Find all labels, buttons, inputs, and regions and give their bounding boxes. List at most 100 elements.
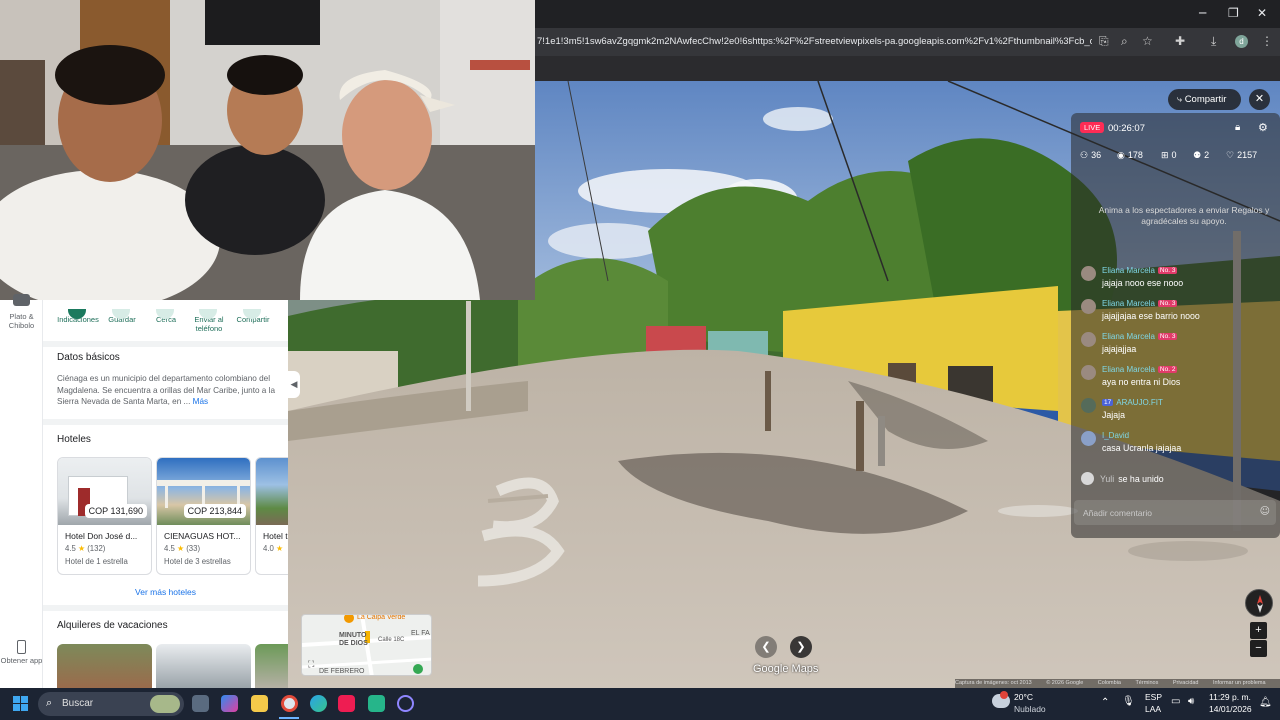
copilot-icon[interactable] bbox=[221, 695, 238, 712]
report-link[interactable]: Informar un problema bbox=[1213, 680, 1266, 686]
avatar[interactable] bbox=[1081, 398, 1096, 413]
map-footer: Captura de imágenes: oct 2013 © 2026 Goo… bbox=[955, 679, 1280, 688]
file-explorer-icon[interactable] bbox=[251, 695, 268, 712]
hotel-name: Hotel Don José d... bbox=[65, 531, 138, 541]
terms-link[interactable]: Términos bbox=[1135, 680, 1158, 686]
minimap[interactable]: La Calpa Verde MINUTO DE DIOS EL FA Call… bbox=[301, 614, 432, 676]
notification-bell-icon[interactable]: 🔔︎ bbox=[1259, 697, 1272, 708]
minimize-icon[interactable]: ─ bbox=[1199, 6, 1206, 20]
network-icon[interactable]: ▭ bbox=[1171, 696, 1180, 707]
basics-more-link[interactable]: Más bbox=[193, 397, 208, 406]
privacy-link[interactable]: Privacidad bbox=[1173, 680, 1199, 686]
review-count: (33) bbox=[186, 544, 201, 553]
restore-icon[interactable]: ❐ bbox=[1228, 6, 1239, 20]
level-badge: 17 bbox=[1102, 399, 1114, 406]
language-code[interactable]: ESP bbox=[1145, 692, 1162, 702]
chat-user[interactable]: 17 ARAUJO.FIT bbox=[1102, 398, 1163, 407]
plate-icon[interactable] bbox=[13, 294, 30, 306]
minimap-label: EL FA bbox=[411, 630, 430, 637]
chevron-up-icon[interactable]: ⌃ bbox=[1101, 697, 1109, 708]
avatar[interactable] bbox=[1081, 332, 1096, 347]
download-icon[interactable]: ⤓ bbox=[1211, 34, 1216, 49]
rail-get-app-label[interactable]: Obtener app bbox=[0, 656, 43, 665]
windows-start-icon[interactable] bbox=[13, 696, 29, 712]
clock-date[interactable]: 14/01/2026 bbox=[1209, 704, 1252, 714]
avatar[interactable] bbox=[1081, 266, 1096, 281]
minus-icon: − bbox=[1255, 642, 1262, 654]
weather-temp[interactable]: 20°C bbox=[1014, 692, 1033, 702]
action-send-to-phone[interactable]: Enviar al teléfono bbox=[187, 309, 231, 333]
avatar[interactable] bbox=[1081, 431, 1096, 446]
joined-count: 2 bbox=[1204, 150, 1210, 160]
previous-arrow-button[interactable]: ❮ bbox=[755, 636, 777, 658]
avatar[interactable] bbox=[1081, 365, 1096, 380]
next-arrow-button[interactable]: ❯ bbox=[790, 636, 812, 658]
basics-title: Datos básicos bbox=[57, 352, 120, 363]
comment-input[interactable]: Añadir comentario ☺ bbox=[1074, 500, 1276, 525]
more-hotels-link[interactable]: Ver más hoteles bbox=[43, 587, 288, 597]
close-streetview-button[interactable]: ✕ bbox=[1249, 89, 1270, 110]
microphone-icon[interactable]: 🎙︎ bbox=[1122, 696, 1135, 707]
collapse-panel-button[interactable]: ◀ bbox=[288, 371, 300, 398]
heart-icon: ♡ bbox=[1226, 151, 1235, 161]
phone-icon[interactable] bbox=[17, 640, 26, 654]
bookmark-star-icon[interactable]: ☆ bbox=[1142, 34, 1153, 48]
live-timer: 00:26:07 bbox=[1108, 123, 1145, 134]
install-icon[interactable]: ⎘ bbox=[1099, 34, 1109, 49]
settings-gear-icon[interactable]: ⚙ bbox=[1258, 121, 1268, 134]
rail-plate-label[interactable]: Plato & Chibolo bbox=[0, 312, 43, 330]
extensions-icon[interactable]: ✚ bbox=[1175, 34, 1185, 48]
clock-time[interactable]: 11:29 p. m. bbox=[1209, 692, 1251, 702]
browser-subbar bbox=[535, 56, 1280, 81]
chat-user[interactable]: Eliana Marcela No. 3 bbox=[1102, 266, 1178, 275]
task-view-icon[interactable] bbox=[192, 695, 209, 712]
compass-icon[interactable] bbox=[1245, 589, 1273, 617]
tiktok-studio-icon[interactable] bbox=[368, 695, 385, 712]
avatar[interactable] bbox=[1081, 299, 1096, 314]
zoom-icon[interactable]: ⌕ bbox=[1121, 34, 1128, 49]
menu-kebab-icon[interactable]: ⋮ bbox=[1261, 34, 1273, 48]
chat-user[interactable]: Eliana Marcela No. 3 bbox=[1102, 299, 1178, 308]
zoom-out-button[interactable]: − bbox=[1250, 640, 1267, 657]
search-icon: ⌕ bbox=[46, 696, 53, 709]
action-save[interactable]: Guardar bbox=[100, 309, 144, 324]
action-share[interactable]: Compartir bbox=[231, 309, 275, 324]
plus-icon: + bbox=[1255, 624, 1262, 636]
close-window-icon[interactable]: ✕ bbox=[1257, 6, 1267, 20]
tiktok-icon[interactable] bbox=[338, 695, 355, 712]
rental-image[interactable] bbox=[57, 644, 152, 688]
address-bar[interactable]: 7!1e1!3m5!1sw6avZgqgmk2m2NAwfecChw!2e0!6… bbox=[535, 28, 1280, 56]
keyboard-layout[interactable]: LAA bbox=[1145, 704, 1161, 714]
lock-icon[interactable]: 🔒︎ bbox=[1235, 122, 1240, 133]
share-button[interactable]: ⤷ Compartir bbox=[1168, 89, 1241, 110]
volume-icon[interactable]: 🔊︎ bbox=[1188, 696, 1194, 707]
weather-desc[interactable]: Nublado bbox=[1014, 704, 1046, 714]
hotel-card[interactable]: COP 213,844 CIENAGUAS HOT... 4.5 ★ (33) … bbox=[156, 457, 251, 575]
country-link[interactable]: Colombia bbox=[1098, 680, 1121, 686]
gift-icon: ⊞ bbox=[1161, 151, 1169, 161]
basics-description: Ciénaga es un municipio del departamento… bbox=[57, 373, 277, 408]
taskbar-search[interactable]: ⌕ Buscar bbox=[38, 692, 184, 716]
chat-user[interactable]: Eliana Marcela No. 2 bbox=[1102, 365, 1178, 374]
edge-icon[interactable] bbox=[310, 695, 327, 712]
hotel-card[interactable]: Hotel t 4.0 ★ bbox=[255, 457, 288, 575]
rental-image[interactable] bbox=[255, 644, 288, 688]
fullscreen-icon[interactable]: ⛶ bbox=[308, 659, 314, 670]
zoom-in-button[interactable]: + bbox=[1250, 622, 1267, 639]
hotel-card[interactable]: COP 131,690 Hotel Don José d... 4.5 ★ (1… bbox=[57, 457, 152, 575]
chat-user[interactable]: I_David bbox=[1102, 431, 1129, 440]
emoji-icon[interactable]: ☺ bbox=[1260, 506, 1270, 517]
profile-avatar[interactable]: d bbox=[1235, 35, 1248, 48]
rank-badge: No. 3 bbox=[1157, 333, 1178, 340]
chat-user[interactable]: Eliana Marcela No. 3 bbox=[1102, 332, 1178, 341]
url-text[interactable]: 7!1e1!3m5!1sw6avZgqgmk2m2NAwfecChw!2e0!6… bbox=[537, 36, 1092, 47]
action-nearby[interactable]: Cerca bbox=[144, 309, 188, 324]
rental-image[interactable] bbox=[156, 644, 251, 688]
obs-icon[interactable] bbox=[397, 695, 414, 712]
chrome-icon[interactable] bbox=[281, 695, 298, 712]
action-directions[interactable]: Indicaciones bbox=[56, 309, 100, 324]
minimap-label: DE FEBRERO bbox=[319, 668, 365, 675]
hotel-class: Hotel de 3 estrellas bbox=[164, 557, 231, 566]
chat-username: I_David bbox=[1102, 431, 1130, 440]
chat-text: jajaja nooo ese nooo bbox=[1102, 278, 1184, 288]
